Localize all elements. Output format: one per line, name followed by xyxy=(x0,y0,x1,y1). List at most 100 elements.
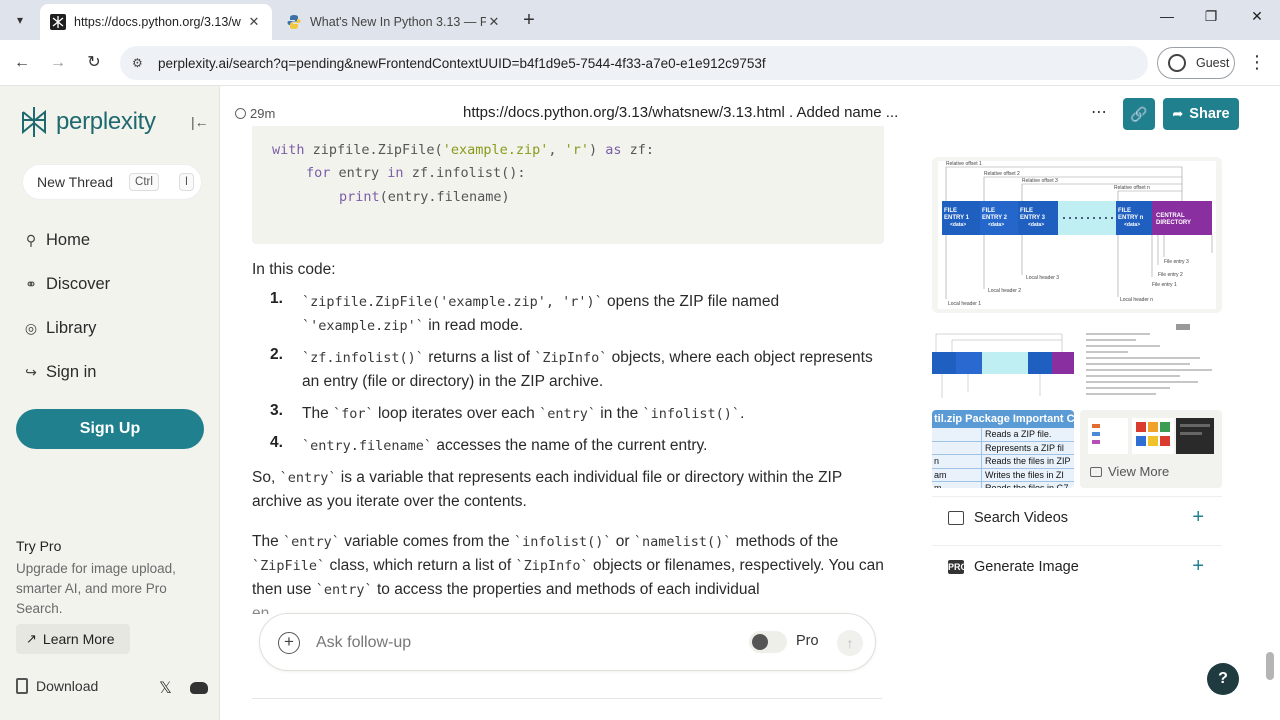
share-label: Share xyxy=(1189,106,1230,122)
address-url: perplexity.ai/search?q=pending&newFronte… xyxy=(158,55,766,71)
svg-text:ENTRY 1: ENTRY 1 xyxy=(944,215,970,221)
sign-in-icon: ↪ xyxy=(25,363,37,380)
thread-age: 29m xyxy=(235,106,275,121)
svg-text:DIRECTORY: DIRECTORY xyxy=(1156,220,1191,226)
svg-text:<data>: <data> xyxy=(950,222,966,228)
forward-arrow-icon[interactable]: → xyxy=(45,50,71,76)
code-screenshot-thumbnail xyxy=(1080,322,1222,402)
python-favicon-icon xyxy=(287,15,301,29)
zip-diagram-graphic: Relative offset 1 Relative offset 2 Rela… xyxy=(938,161,1216,309)
learn-more-label: Learn More xyxy=(42,631,115,647)
try-pro-title: Try Pro xyxy=(16,538,62,554)
svg-text:FILE: FILE xyxy=(1020,208,1033,214)
new-thread-label: New Thread xyxy=(37,174,114,190)
zip-structure-image[interactable]: Relative offset 1 Relative offset 2 Rela… xyxy=(932,157,1222,313)
send-arrow-icon[interactable]: ↑ xyxy=(837,630,863,656)
answer-paragraph: So, `entry` is a variable that represent… xyxy=(252,469,842,510)
minimize-icon[interactable]: — xyxy=(1152,8,1182,32)
table-image-row: Reads a ZIP file. xyxy=(932,428,1074,442)
generate-image-button[interactable]: PRO Generate Image + xyxy=(932,545,1222,587)
help-button[interactable]: ? xyxy=(1207,663,1239,695)
table-image-value: Writes the files in ZI xyxy=(985,469,1064,480)
attach-plus-icon[interactable]: + xyxy=(278,632,300,654)
table-image-value: Reads the files in G7 xyxy=(985,483,1069,488)
share-button[interactable]: ➦ Share xyxy=(1163,98,1239,130)
svg-text:Local header 1: Local header 1 xyxy=(948,301,981,307)
list-number: 3. xyxy=(270,402,283,419)
svg-text:FILE: FILE xyxy=(982,208,995,214)
search-icon: ⚲ xyxy=(25,231,37,248)
image-icon xyxy=(1090,466,1102,477)
shortcut-key: I xyxy=(178,173,195,191)
table-image-row: m Reads the files in G7 xyxy=(932,482,1074,488)
page-scrollbar[interactable] xyxy=(1266,652,1274,680)
reload-icon[interactable]: ↻ xyxy=(81,50,107,76)
table-image-value: Reads the files in ZIP xyxy=(985,456,1071,466)
close-tab-icon[interactable]: ✕ xyxy=(246,14,262,30)
sidebar-item-library[interactable]: ◎ Library xyxy=(22,314,97,342)
tab-search-menu-button[interactable]: ▾ xyxy=(8,8,32,32)
follow-up-box: + Pro ↑ xyxy=(259,613,876,671)
search-videos-button[interactable]: Search Videos + xyxy=(932,496,1222,538)
table-image-row: am Writes the files in ZI xyxy=(932,468,1074,482)
window-close-icon[interactable]: ✕ xyxy=(1242,8,1272,32)
download-link[interactable]: Download xyxy=(16,678,98,694)
clock-icon xyxy=(235,108,246,119)
svg-text:<data>: <data> xyxy=(1124,222,1140,228)
perplexity-favicon-icon xyxy=(50,14,66,30)
list-number: 4. xyxy=(270,434,283,451)
svg-text:ENTRY 2: ENTRY 2 xyxy=(982,215,1008,221)
view-more-link[interactable]: View More xyxy=(1090,464,1169,479)
code-line: for entry in zf.infolist(): xyxy=(306,165,526,181)
tab-title: https://docs.python.org/3.13/w xyxy=(74,15,241,29)
tab-strip: ▾ https://docs.python.org/3.13/w ✕ What'… xyxy=(0,0,1280,40)
code-line: with zipfile.ZipFile('example.zip', 'r')… xyxy=(272,142,655,158)
code-block: with zipfile.ZipFile('example.zip', 'r')… xyxy=(252,126,884,244)
follow-up-input[interactable] xyxy=(316,630,716,656)
browser-menu-icon[interactable]: ⋮ xyxy=(1248,52,1266,73)
svg-text:CENTRAL: CENTRAL xyxy=(1156,213,1185,219)
svg-text:Local header 2: Local header 2 xyxy=(988,288,1021,294)
sidebar-item-sign-in[interactable]: ↪ Sign in xyxy=(22,358,96,386)
discord-icon[interactable] xyxy=(190,682,208,694)
back-arrow-icon[interactable]: ← xyxy=(9,50,35,76)
zip-package-table-image[interactable]: til.zip Package Important C Reads a ZIP … xyxy=(932,410,1074,488)
x-twitter-icon[interactable]: 𝕏 xyxy=(159,678,172,698)
table-image-title: til.zip Package Important C xyxy=(932,410,1074,428)
sidebar-item-home[interactable]: ⚲ Home xyxy=(22,226,90,254)
close-tab-icon[interactable]: ✕ xyxy=(486,14,502,30)
list-number: 2. xyxy=(270,346,283,363)
generate-image-label: Generate Image xyxy=(974,558,1079,575)
address-bar[interactable]: ⚙ perplexity.ai/search?q=pending&newFron… xyxy=(120,46,1148,80)
pro-toggle[interactable] xyxy=(749,631,787,653)
svg-text:<data>: <data> xyxy=(1028,222,1044,228)
svg-text:ENTRY n: ENTRY n xyxy=(1118,215,1144,221)
perplexity-logo[interactable]: perplexity xyxy=(20,106,156,138)
learn-more-button[interactable]: ↗ Learn More xyxy=(16,624,130,654)
table-image-key: m xyxy=(932,482,982,488)
table-image-row: Represents a ZIP fil xyxy=(932,441,1074,455)
new-thread-button[interactable]: New Thread Ctrl I xyxy=(22,164,202,200)
globe-icon: ⚭ xyxy=(25,275,37,292)
sidebar-item-label: Discover xyxy=(46,274,111,293)
copy-link-button[interactable]: 🔗 xyxy=(1123,98,1155,130)
zip-diagram-thumbnail xyxy=(932,328,1074,402)
sign-up-button[interactable]: Sign Up xyxy=(16,409,204,449)
sidebar-item-discover[interactable]: ⚭ Discover xyxy=(22,270,110,298)
collapse-sidebar-icon[interactable]: |← xyxy=(191,114,209,130)
svg-text:ENTRY 3: ENTRY 3 xyxy=(1020,215,1046,221)
site-settings-icon[interactable]: ⚙ xyxy=(132,56,150,70)
new-tab-plus-icon[interactable]: + xyxy=(518,10,540,32)
image-thumbnail[interactable] xyxy=(932,328,1074,402)
table-image-key xyxy=(932,428,982,441)
restore-icon[interactable]: ❐ xyxy=(1196,8,1226,32)
image-thumbnail[interactable] xyxy=(1080,322,1222,402)
divider xyxy=(252,698,882,699)
more-options-icon[interactable]: ⋯ xyxy=(1091,102,1107,122)
profile-button[interactable]: Guest xyxy=(1157,47,1235,79)
tab-python-docs[interactable]: https://docs.python.org/3.13/w ✕ xyxy=(40,4,272,40)
film-icon xyxy=(948,510,964,525)
tab-whats-new[interactable]: What's New In Python 3.13 — P ✕ xyxy=(276,4,512,40)
mini-thumbnails xyxy=(1088,418,1214,454)
table-image-row: n Reads the files in ZIP xyxy=(932,455,1074,469)
